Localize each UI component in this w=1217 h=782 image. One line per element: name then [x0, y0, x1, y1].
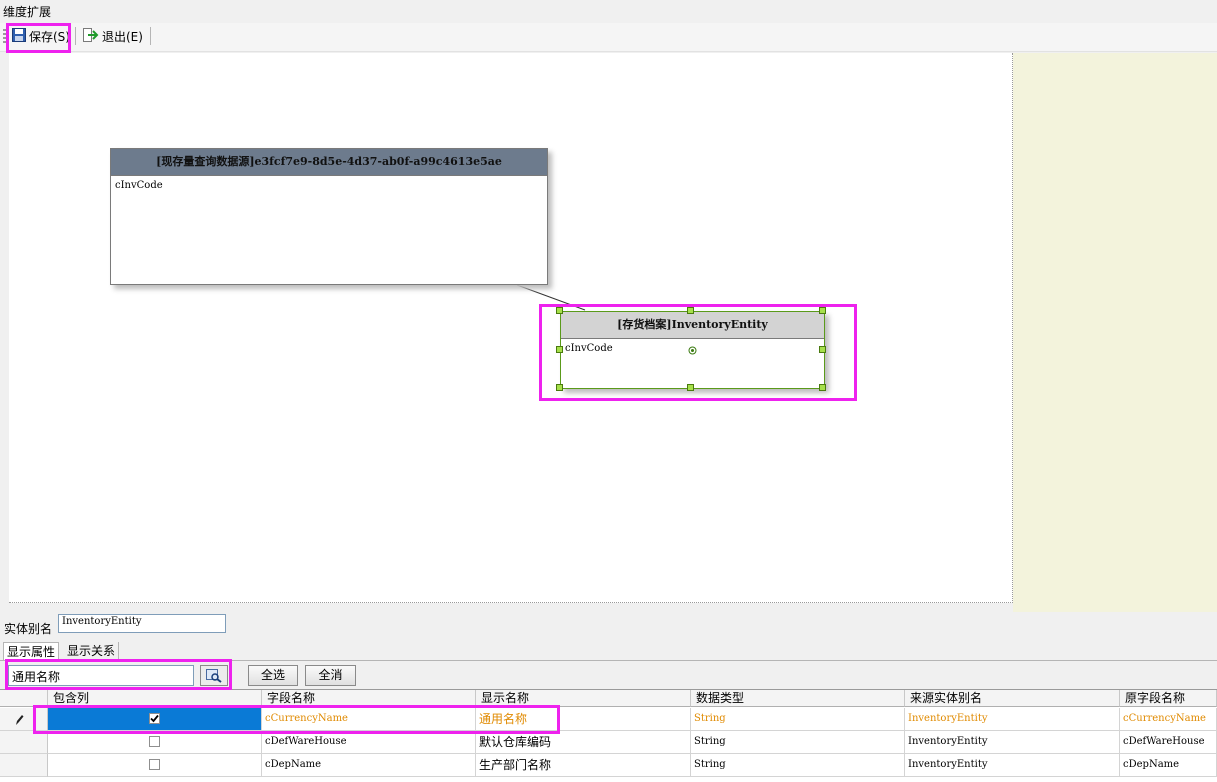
resize-handle[interactable] [556, 346, 563, 353]
target-entity-title: [存货档案]InventoryEntity [561, 312, 824, 339]
data-type-cell[interactable]: String [691, 731, 905, 754]
resize-handle[interactable] [819, 346, 826, 353]
table-row[interactable]: cCurrencyName 通用名称 String InventoryEntit… [0, 708, 1217, 731]
fields-grid: 包含列 字段名称 显示名称 数据类型 来源实体别名 原字段名称 cCurrenc… [0, 689, 1217, 782]
alias-input[interactable]: InventoryEntity [58, 614, 226, 633]
row-header[interactable] [0, 708, 48, 731]
col-header-include[interactable]: 包含列 [48, 690, 262, 707]
select-all-button[interactable]: 全选 [248, 665, 298, 686]
include-checkbox[interactable] [149, 713, 160, 724]
include-checkbox[interactable] [149, 736, 160, 747]
resize-handle[interactable] [687, 307, 694, 314]
design-canvas[interactable]: [现存量查询数据源]e3fcf7e9-8d5e-4d37-ab0f-a99c46… [9, 53, 1013, 603]
display-name-cell[interactable]: 通用名称 [476, 708, 691, 731]
resize-handle[interactable] [819, 384, 826, 391]
col-header-display-name[interactable]: 显示名称 [476, 690, 691, 707]
alias-label: 实体别名 [4, 622, 53, 636]
right-panel [1013, 53, 1217, 612]
toolbar: 保存(S) 退出(E) [0, 23, 1217, 52]
exit-icon [83, 27, 99, 45]
exit-button[interactable]: 退出(E) [80, 25, 146, 47]
resize-handle[interactable] [556, 384, 563, 391]
search-icon [206, 668, 222, 683]
resize-handle[interactable] [687, 384, 694, 391]
check-icon [150, 714, 159, 723]
source-entity-title: [现存量查询数据源]e3fcf7e9-8d5e-4d37-ab0f-a99c46… [111, 149, 547, 176]
search-button[interactable] [200, 665, 228, 686]
data-type-cell[interactable]: String [691, 708, 905, 731]
include-checkbox[interactable] [149, 759, 160, 770]
source-alias-cell[interactable]: InventoryEntity [905, 731, 1120, 754]
source-alias-cell[interactable]: InventoryEntity [905, 708, 1120, 731]
col-header-original-field[interactable]: 原字段名称 [1120, 690, 1217, 707]
source-entity-field[interactable]: cInvCode [111, 176, 547, 195]
original-field-cell[interactable]: cCurrencyName [1120, 708, 1217, 731]
exit-label: 退出(E) [102, 29, 143, 44]
field-name-cell[interactable]: cDefWareHouse [262, 731, 476, 754]
field-name-cell[interactable]: cDepName [262, 754, 476, 777]
edit-pencil-icon [16, 715, 24, 725]
data-type-cell[interactable]: String [691, 754, 905, 777]
save-button[interactable]: 保存(S) [9, 25, 73, 47]
tab-divider [0, 660, 1217, 661]
tab-display-relations[interactable]: 显示关系 [64, 642, 120, 660]
col-header-source-alias[interactable]: 来源实体别名 [905, 690, 1120, 707]
resize-handle[interactable] [556, 307, 563, 314]
tab-display-properties[interactable]: 显示属性 [3, 642, 60, 661]
field-name-cell[interactable]: cCurrencyName [262, 708, 476, 731]
toolbar-separator [75, 27, 76, 45]
grid-corner-header [0, 690, 48, 707]
toolbar-separator [150, 27, 151, 45]
toolbar-grip[interactable] [3, 29, 6, 45]
display-name-cell[interactable]: 默认仓库编码 [476, 731, 691, 754]
table-row[interactable]: cDefWareHouse 默认仓库编码 String InventoryEnt… [0, 731, 1217, 754]
include-cell[interactable] [48, 708, 262, 731]
move-center-icon[interactable] [688, 346, 697, 355]
original-field-cell[interactable]: cDepName [1120, 754, 1217, 777]
search-input[interactable]: 通用名称 [8, 665, 194, 686]
original-field-cell[interactable]: cDefWareHouse [1120, 731, 1217, 754]
window-title: 维度扩展 [3, 5, 52, 19]
resize-handle[interactable] [819, 307, 826, 314]
include-cell[interactable] [48, 731, 262, 754]
deselect-all-button[interactable]: 全消 [305, 665, 356, 686]
target-entity-box[interactable]: [存货档案]InventoryEntity cInvCode [560, 311, 825, 389]
row-header[interactable] [0, 754, 48, 777]
display-name-cell[interactable]: 生产部门名称 [476, 754, 691, 777]
save-label: 保存(S) [29, 29, 70, 44]
save-icon [12, 27, 26, 45]
table-row[interactable]: cDepName 生产部门名称 String InventoryEntity c… [0, 754, 1217, 777]
row-header[interactable] [0, 731, 48, 754]
source-alias-cell[interactable]: InventoryEntity [905, 754, 1120, 777]
col-header-field-name[interactable]: 字段名称 [262, 690, 476, 707]
col-header-data-type[interactable]: 数据类型 [691, 690, 905, 707]
relation-line [516, 284, 586, 311]
include-cell[interactable] [48, 754, 262, 777]
source-entity-box[interactable]: [现存量查询数据源]e3fcf7e9-8d5e-4d37-ab0f-a99c46… [110, 148, 548, 285]
